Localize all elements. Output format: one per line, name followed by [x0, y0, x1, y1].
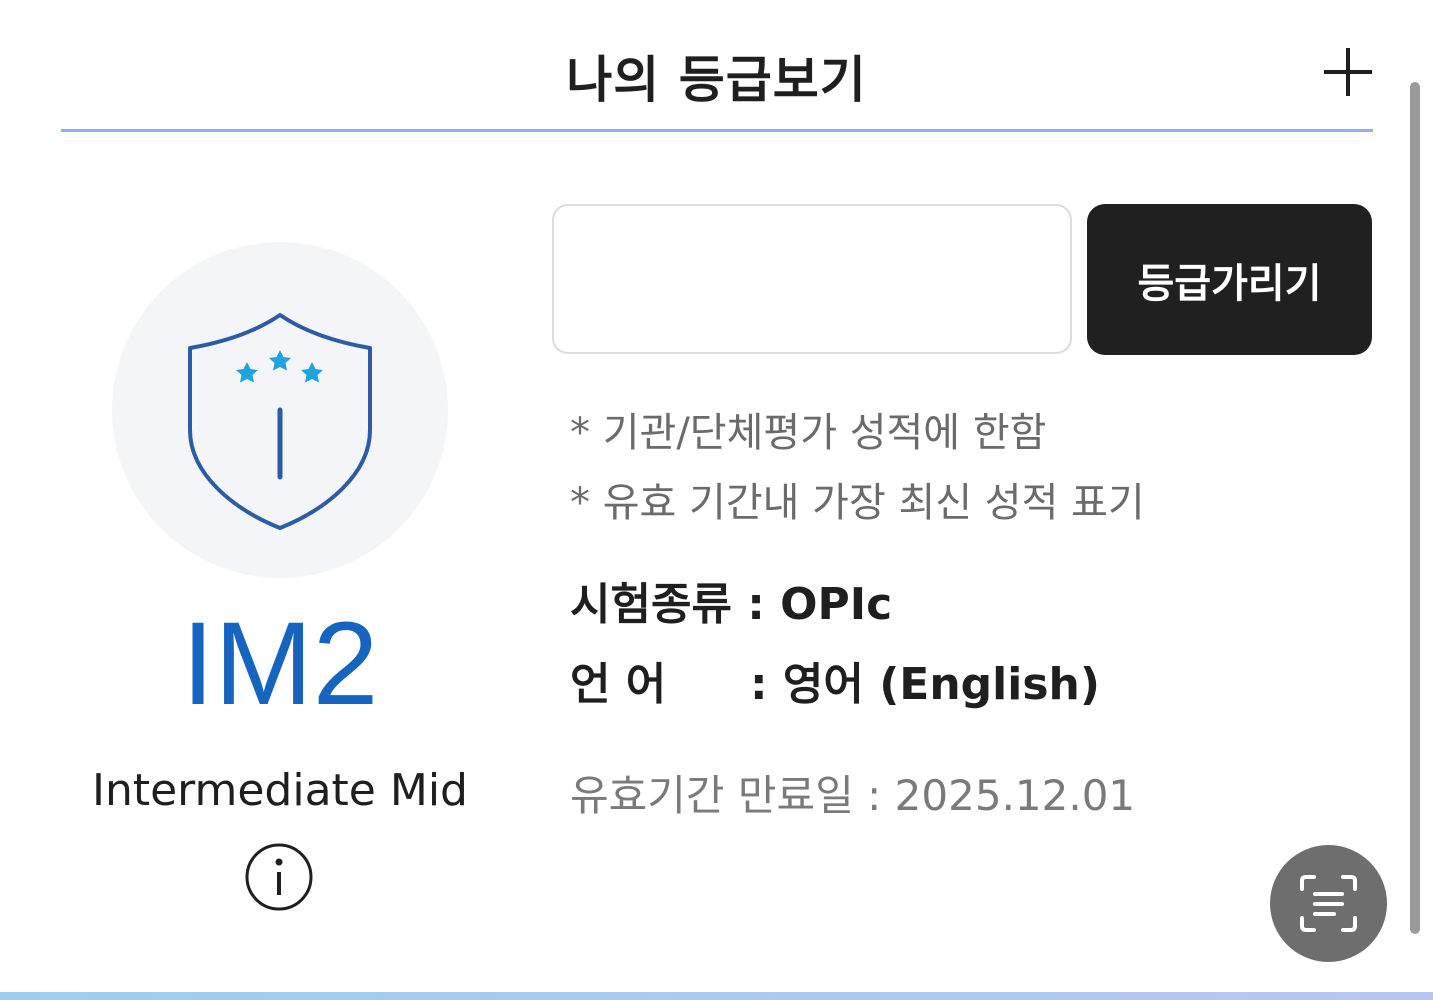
bottom-strip: [0, 992, 1433, 1000]
grade-name: Intermediate Mid: [92, 765, 468, 816]
star-icon: [301, 362, 323, 383]
language-row: 언 어 : 영어 (English): [570, 648, 1100, 712]
language-label: 언 어: [570, 659, 667, 710]
header-divider: [61, 129, 1373, 132]
scan-text-icon: [1300, 875, 1357, 932]
exam-type-row: 시험종류 : OPIc: [570, 579, 893, 630]
scrollbar[interactable]: [1410, 82, 1420, 934]
expiry-date: 유효기간 만료일 : 2025.12.01: [570, 771, 1136, 820]
info-button[interactable]: [244, 842, 314, 912]
page-title: 나의 등급보기: [566, 51, 867, 109]
plus-icon: [1324, 48, 1372, 96]
star-icon: [269, 350, 291, 371]
grade-code: IM2: [181, 598, 379, 730]
shield-stars-icon: [188, 313, 372, 530]
scan-text-button[interactable]: [1270, 845, 1387, 962]
star-icon: [236, 362, 258, 383]
note-text: * 유효 기간내 가장 최신 성적 표기: [570, 480, 1145, 526]
info-icon: [245, 843, 313, 911]
note-text: * 기관/단체평가 성적에 한함: [570, 410, 1047, 456]
hide-grade-button[interactable]: 등급가리기: [1087, 204, 1372, 355]
grade-text-input[interactable]: [552, 204, 1072, 354]
language-value: : 영어 (English): [750, 659, 1100, 710]
add-button[interactable]: [1322, 46, 1374, 98]
